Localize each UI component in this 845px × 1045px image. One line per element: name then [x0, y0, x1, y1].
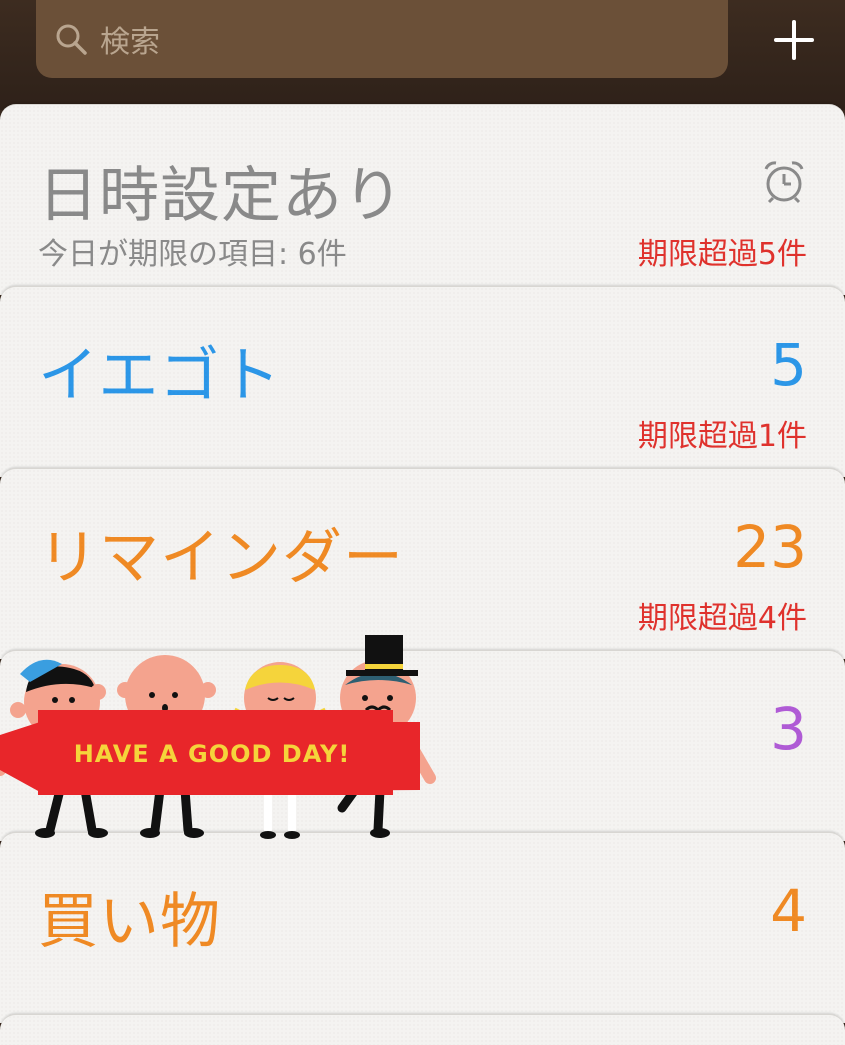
- list-subtitle: 今日が期限の項目: 6件: [38, 237, 347, 272]
- overdue-label: 期限超過4件: [637, 601, 807, 636]
- list-count: 5: [770, 331, 807, 399]
- alarm-clock-icon: [764, 161, 804, 204]
- list-title: イエゴト: [38, 341, 282, 411]
- list-count: 3: [770, 695, 807, 763]
- add-icon[interactable]: [772, 18, 816, 62]
- list-count: 23: [733, 513, 807, 581]
- banner-text: HAVE A GOOD DAY!: [74, 740, 351, 768]
- list-title: 日時設定あり: [38, 161, 404, 231]
- mascot-sticker: HAVE A GOOD DAY!: [0, 635, 436, 839]
- search-field[interactable]: 検索: [36, 0, 728, 78]
- list-card-scheduled[interactable]: 日時設定あり 今日が期限の項目: 6件 期限超過5件: [0, 104, 845, 295]
- list-card-shopping[interactable]: 買い物 4: [0, 832, 845, 1023]
- overdue-label: 期限超過1件: [637, 419, 807, 454]
- list-count: 4: [770, 877, 807, 945]
- list-card-iegoto[interactable]: イエゴト 5 期限超過1件: [0, 286, 845, 477]
- list-title: リマインダー: [38, 523, 404, 593]
- search-placeholder: 検索: [100, 25, 160, 60]
- top-bar: 検索: [0, 0, 845, 110]
- list-card-next[interactable]: [0, 1014, 845, 1045]
- search-icon: [56, 24, 87, 55]
- overdue-label: 期限超過5件: [637, 237, 807, 272]
- list-title: 買い物: [38, 887, 221, 957]
